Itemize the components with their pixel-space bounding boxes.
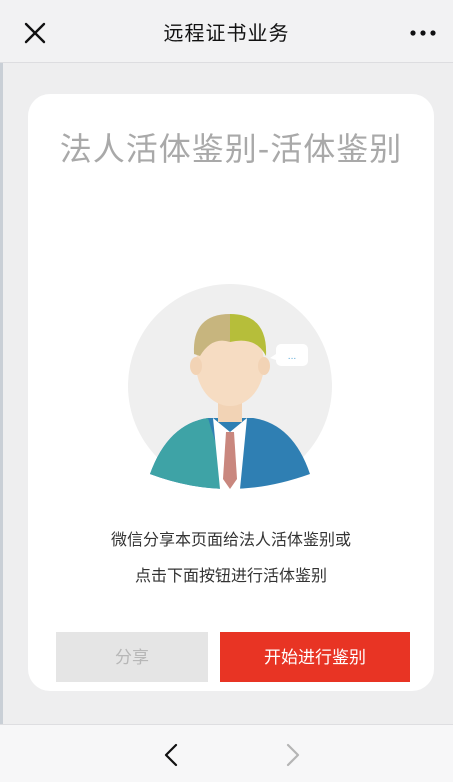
start-verification-button[interactable]: 开始进行鉴别: [220, 632, 410, 682]
top-navigation-bar: 远程证书业务: [0, 0, 453, 63]
description-line-2: 点击下面按钮进行活体鉴别: [134, 566, 327, 585]
window-edge: [0, 0, 3, 781]
verification-card: 法人活体鉴别-活体鉴别 ... 微信分享本页面给法人活体鉴别或 点击下面按钮进行…: [28, 94, 434, 691]
chevron-left-icon[interactable]: [162, 743, 182, 767]
description-line-1: 微信分享本页面给法人活体鉴别或: [110, 530, 351, 549]
chevron-right-icon[interactable]: [282, 743, 302, 767]
svg-text:...: ...: [288, 352, 297, 362]
more-dots-icon[interactable]: [409, 22, 437, 44]
person-avatar-illustration: ...: [128, 284, 333, 489]
page-title: 远程证书业务: [163, 21, 290, 45]
card-title: 法人活体鉴别-活体鉴别: [59, 130, 403, 168]
share-button[interactable]: 分享: [56, 632, 208, 682]
browser-bottom-bar: [0, 724, 453, 782]
